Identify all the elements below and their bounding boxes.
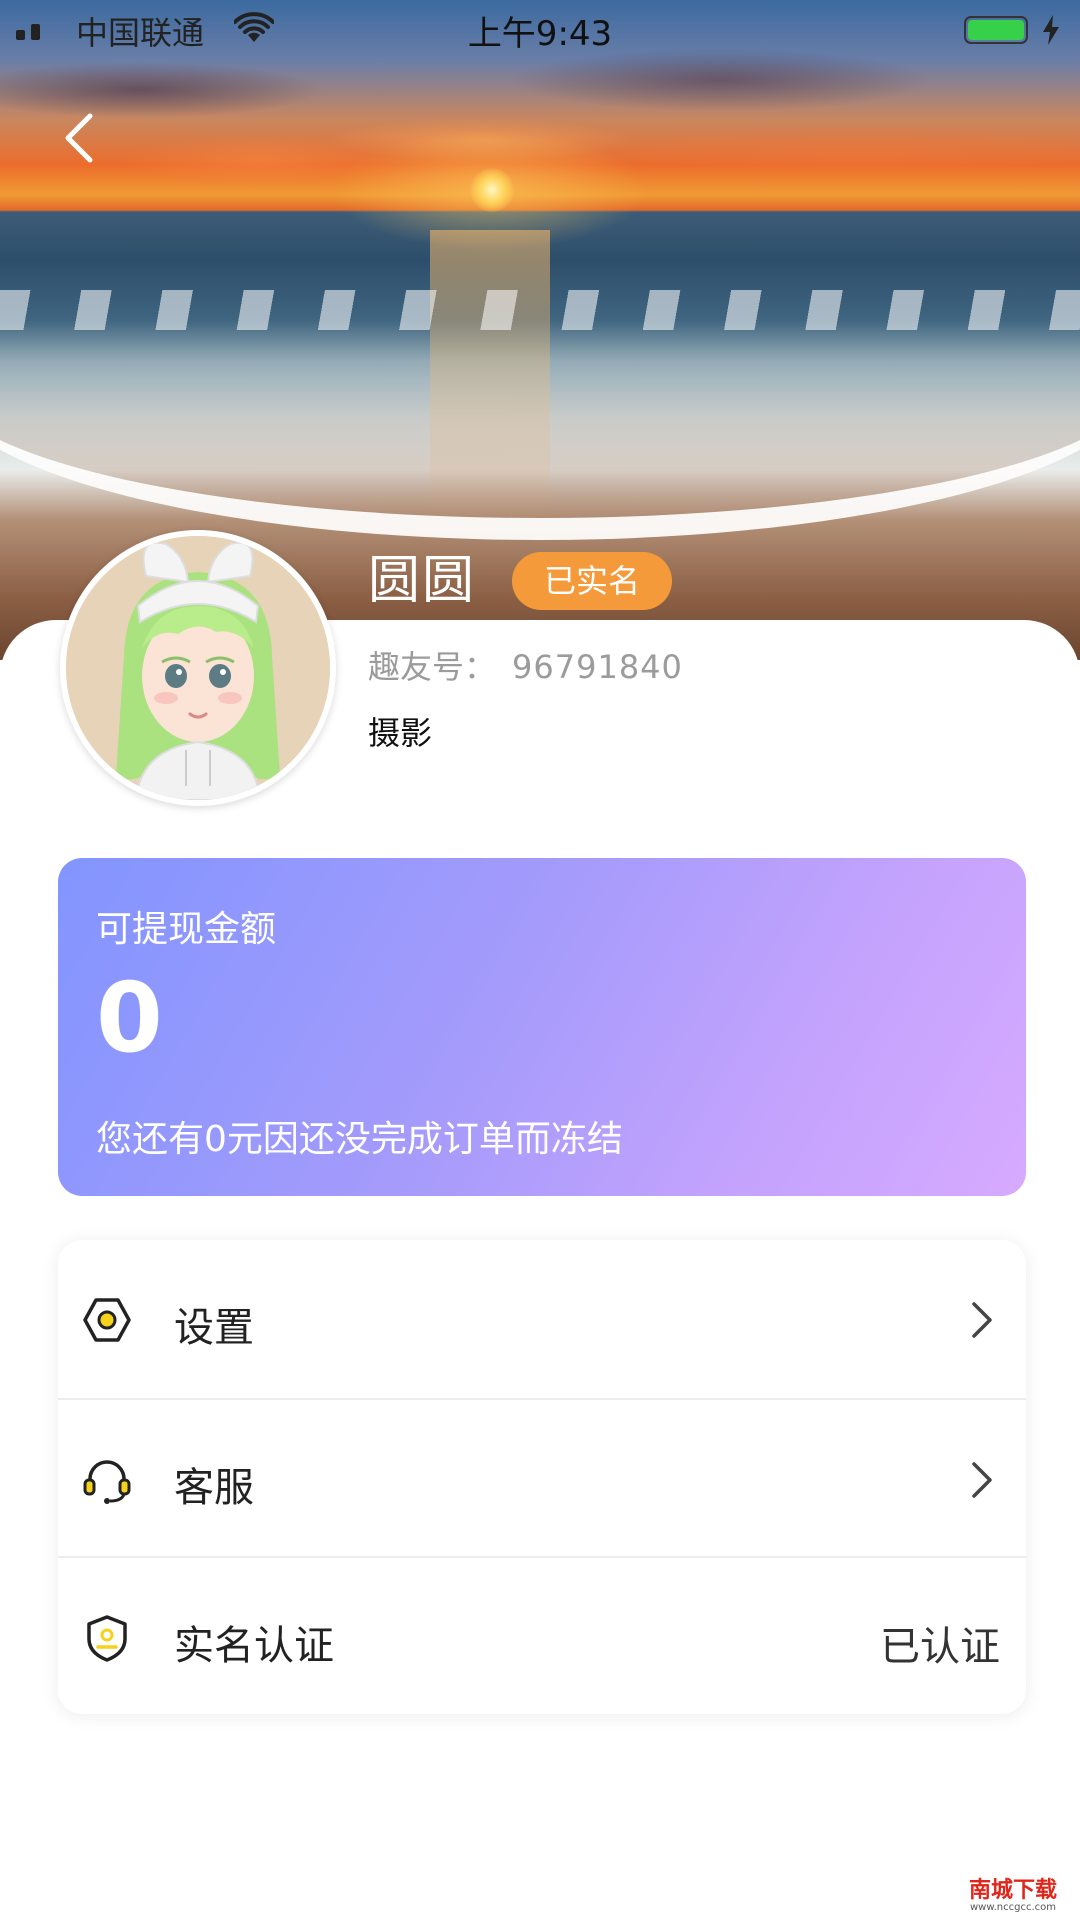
shield-id-icon (87, 1615, 127, 1662)
headset-icon (83, 1460, 131, 1504)
back-button[interactable] (56, 110, 100, 166)
girl-avatar-icon (66, 536, 330, 800)
profile-name: 圆圆 (368, 551, 477, 611)
real-name-status: 已认证 (880, 1624, 1000, 1670)
user-id-value: 96791840 (512, 648, 683, 686)
menu-label-settings: 设置 (174, 1305, 254, 1351)
verified-badge: 已实名 (512, 552, 672, 610)
charging-icon (1043, 15, 1059, 45)
menu-item-customer-service[interactable]: 客服 (58, 1398, 1026, 1556)
menu-item-settings[interactable]: 设置 (58, 1240, 1026, 1398)
chevron-right-icon (972, 1302, 992, 1338)
balance-title: 可提现金额 (96, 909, 277, 950)
interest-tag: 摄影 (368, 714, 433, 752)
frozen-note: 您还有0元因还没完成订单而冻结 (96, 1119, 623, 1160)
profile-screen: 中国联通 上午9:43 圆圆 已实名 趣友号： 96791840 摄影 可提现金… (0, 0, 1080, 1920)
user-id-label: 趣友号： (368, 648, 497, 686)
watermark-logo: 南城下载 www.nccgcc.com (968, 1878, 1057, 1914)
user-id: 趣友号： 96791840 (368, 642, 683, 688)
menu-label-customer-service: 客服 (174, 1465, 254, 1511)
settings-menu: 设置 客服 实名认证 已认证 (58, 1240, 1026, 1714)
battery-icon (964, 16, 1028, 44)
balance-card[interactable]: 可提现金额 0 您还有0元因还没完成订单而冻结 (58, 858, 1026, 1196)
status-bar: 中国联通 上午9:43 (0, 0, 1080, 58)
chevron-right-icon (972, 1462, 992, 1498)
menu-item-real-name[interactable]: 实名认证 已认证 (58, 1556, 1026, 1714)
avatar[interactable] (60, 530, 336, 806)
menu-label-real-name: 实名认证 (174, 1623, 334, 1669)
status-time: 上午9:43 (467, 14, 613, 54)
settings-hexagon-icon (83, 1298, 131, 1342)
balance-amount: 0 (96, 962, 163, 1074)
